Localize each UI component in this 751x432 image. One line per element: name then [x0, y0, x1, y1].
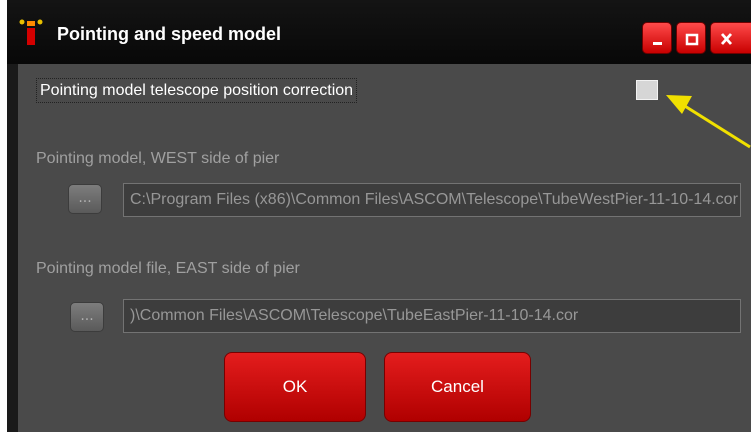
- close-icon: [720, 33, 733, 45]
- west-path-field[interactable]: C:\Program Files (x86)\Common Files\ASCO…: [123, 183, 741, 217]
- window-left-border: [7, 64, 18, 432]
- cancel-button[interactable]: Cancel: [384, 352, 531, 422]
- position-correction-label[interactable]: Pointing model telescope position correc…: [36, 78, 358, 103]
- title-bar[interactable]: Pointing and speed model: [7, 0, 751, 64]
- ok-button[interactable]: OK: [224, 352, 366, 422]
- maximize-button[interactable]: [676, 22, 706, 54]
- west-pier-label: Pointing model, WEST side of pier: [36, 150, 280, 167]
- app-icon: [19, 19, 43, 45]
- minimize-icon: [653, 42, 662, 45]
- close-button[interactable]: [710, 22, 751, 54]
- window-title: Pointing and speed model: [57, 24, 282, 44]
- east-pier-label: Pointing model file, EAST side of pier: [36, 260, 300, 277]
- east-browse-button[interactable]: ...: [70, 302, 104, 332]
- east-path-field[interactable]: )\Common Files\ASCOM\Telescope\TubeEastP…: [123, 299, 741, 333]
- west-browse-button[interactable]: ...: [68, 184, 102, 214]
- dialog-window: Pointing and speed model Pointing model …: [7, 0, 751, 432]
- minimize-button[interactable]: [642, 22, 672, 54]
- maximize-icon: [685, 33, 699, 46]
- annotation-arrow-icon: [666, 95, 751, 149]
